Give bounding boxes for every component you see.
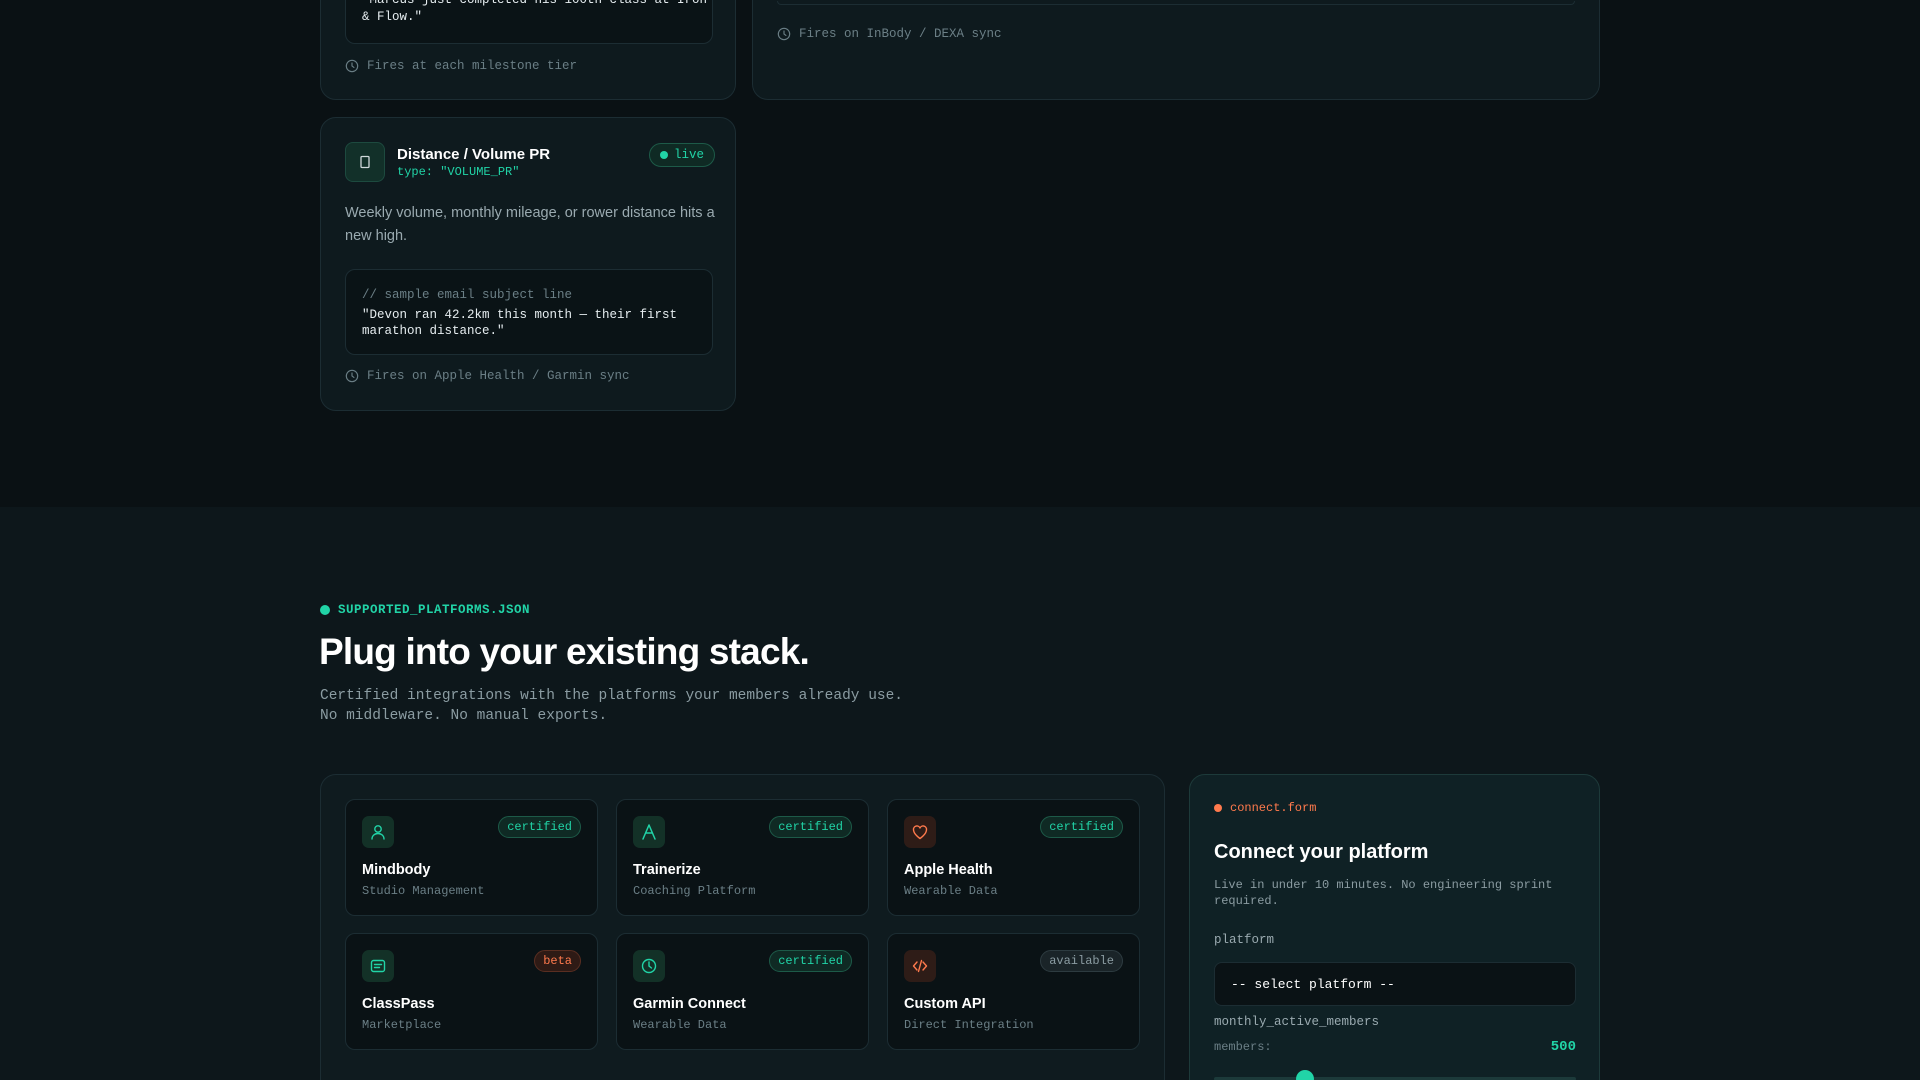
user-icon (362, 816, 394, 848)
fire-trigger-row: Fires on InBody / DEXA sync (777, 27, 1002, 41)
fire-trigger-text: Fires on Apple Health / Garmin sync (367, 369, 630, 383)
fire-trigger-text: Fires on InBody / DEXA sync (799, 27, 1002, 41)
card-description: Weekly volume, monthly mileage, or rower… (345, 202, 715, 248)
platform-category: Coaching Platform (633, 884, 756, 898)
form-tag-label: connect.form (1230, 801, 1317, 815)
clock-icon (345, 369, 359, 383)
status-badge: live (649, 143, 716, 167)
heart-icon (904, 816, 936, 848)
eyebrow-dot (320, 605, 330, 615)
status-label: live (674, 148, 705, 162)
form-tag: connect.form (1214, 801, 1316, 815)
body-composition-card: Fires on InBody / DEXA sync (752, 0, 1600, 100)
sample-subject-line: & Flow." (362, 10, 423, 24)
status-badge: beta (534, 950, 581, 972)
form-tag-dot (1214, 804, 1222, 812)
document-icon (360, 155, 370, 169)
fire-trigger-row: Fires on Apple Health / Garmin sync (345, 369, 630, 383)
platform-name: Custom API (904, 996, 986, 1012)
status-badge: available (1040, 950, 1123, 972)
achievement-cards-section: "Marcus just completed his 100th class a… (0, 0, 1920, 507)
card-type: type: "VOLUME_PR" (397, 165, 520, 179)
sample-subject-snippet (777, 1, 1575, 5)
platform-card-trainerize[interactable]: certified Trainerize Coaching Platform (616, 799, 869, 916)
status-badge: certified (1040, 816, 1123, 838)
form-description: Live in under 10 minutes. No engineering… (1214, 878, 1553, 908)
snippet-comment: // sample email subject line (362, 288, 573, 302)
connect-platform-form: connect.form Connect your platform Live … (1189, 774, 1600, 1080)
platform-name: Apple Health (904, 862, 993, 878)
section-subtitle: Certified integrations with the platform… (320, 686, 903, 726)
section-heading: Plug into your existing stack. (319, 631, 810, 672)
platform-grid-panel: certified Mindbody Studio Management cer… (320, 774, 1165, 1080)
description-line: Weekly volume, monthly mileage, or rower… (345, 205, 715, 221)
members-field-label: monthly_active_members (1214, 1015, 1380, 1029)
code-icon (904, 950, 936, 982)
platform-category: Marketplace (362, 1018, 442, 1032)
platform-category: Direct Integration (904, 1018, 1034, 1032)
subtitle-line: No middleware. No manual exports. (320, 708, 608, 724)
status-badge: certified (769, 816, 852, 838)
sample-subject-line: marathon distance." (362, 324, 505, 338)
sample-subject-snippet: "Marcus just completed his 100th class a… (345, 0, 713, 44)
status-badge: certified (498, 816, 581, 838)
platform-card-apple-health[interactable]: certified Apple Health Wearable Data (887, 799, 1140, 916)
platform-name: Mindbody (362, 862, 431, 878)
clock-icon (777, 27, 791, 41)
sample-subject-snippet: // sample email subject line "Devon ran … (345, 269, 713, 355)
card-icon-box (345, 142, 385, 182)
message-card-icon (362, 950, 394, 982)
platform-category: Studio Management (362, 884, 485, 898)
slider-thumb[interactable] (1295, 1070, 1314, 1080)
clock-icon (633, 950, 665, 982)
platform-card-custom-api[interactable]: available Custom API Direct Integration (887, 933, 1140, 1050)
trainerize-logo-icon (633, 816, 665, 848)
milestone-card: "Marcus just completed his 100th class a… (320, 0, 736, 100)
platform-card-classpass[interactable]: beta ClassPass Marketplace (345, 933, 598, 1050)
status-dot (660, 151, 668, 159)
card-title: Distance / Volume PR (397, 146, 551, 163)
subtitle-line: Certified integrations with the platform… (320, 688, 903, 704)
platform-name: Garmin Connect (633, 996, 746, 1012)
fire-trigger-row: Fires at each milestone tier (345, 59, 577, 73)
supported-platforms-section: SUPPORTED_PLATFORMS.JSON Plug into your … (0, 507, 1920, 1080)
sample-subject-line: "Devon ran 42.2km this month — their fir… (362, 308, 678, 322)
platform-select[interactable]: -- select platform -- (1214, 962, 1576, 1006)
sample-subject-line: "Marcus just completed his 100th class a… (362, 0, 708, 7)
platform-name: Trainerize (633, 862, 701, 878)
clock-icon (345, 59, 359, 73)
members-readout: members: 500 (1214, 1039, 1576, 1055)
fire-trigger-text: Fires at each milestone tier (367, 59, 578, 73)
section-eyebrow: SUPPORTED_PLATFORMS.JSON (320, 603, 530, 617)
platform-category: Wearable Data (904, 884, 998, 898)
members-value: 500 (1550, 1039, 1576, 1055)
description-line: new high. (345, 228, 408, 244)
eyebrow-label: SUPPORTED_PLATFORMS.JSON (338, 603, 531, 617)
platform-card-garmin-connect[interactable]: certified Garmin Connect Wearable Data (616, 933, 869, 1050)
volume-pr-card: Distance / Volume PR type: "VOLUME_PR" l… (320, 117, 736, 411)
platform-name: ClassPass (362, 996, 435, 1012)
platform-field-label: platform (1214, 933, 1275, 947)
form-title: Connect your platform (1214, 841, 1429, 863)
platform-category: Wearable Data (633, 1018, 727, 1032)
members-label: members: (1214, 1040, 1272, 1054)
status-badge: certified (769, 950, 852, 972)
platform-card-mindbody[interactable]: certified Mindbody Studio Management (345, 799, 598, 916)
